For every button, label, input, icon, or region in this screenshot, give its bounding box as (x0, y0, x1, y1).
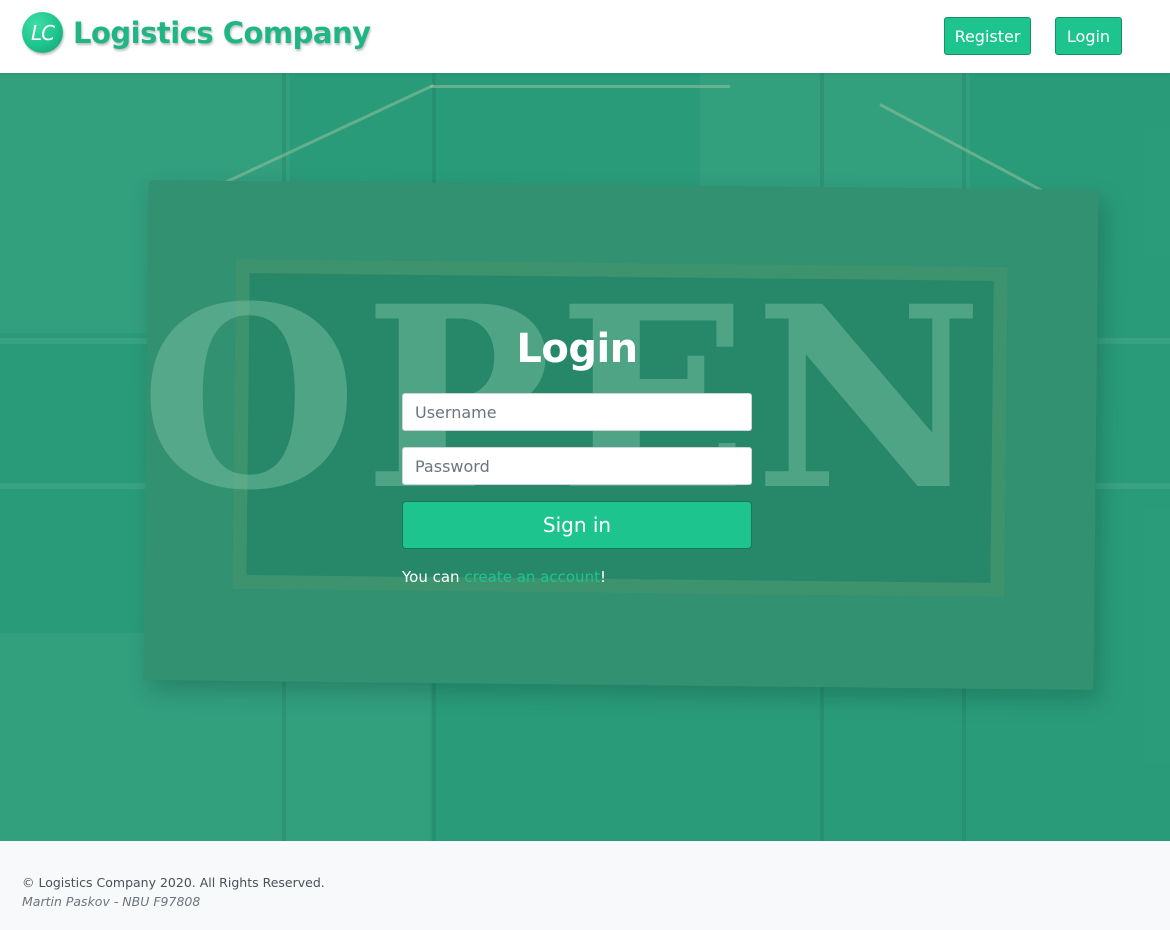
top-navbar: LC Logistics Company Register Login (0, 0, 1170, 73)
copyright-text: © Logistics Company 2020. All Rights Res… (22, 875, 325, 890)
logo-text: LC (30, 20, 55, 45)
helper-prefix: You can (402, 568, 465, 586)
login-title: Login (516, 326, 638, 372)
password-input[interactable] (402, 447, 752, 485)
hero-background: OPEN Login Sign in You can create an acc… (0, 73, 1170, 841)
username-input[interactable] (402, 393, 752, 431)
brand[interactable]: LC Logistics Company (22, 12, 371, 53)
helper-suffix: ! (599, 568, 606, 586)
register-button[interactable]: Register (944, 17, 1031, 55)
footer: © Logistics Company 2020. All Rights Res… (0, 841, 1170, 930)
author-text: Martin Paskov - NBU F97808 (22, 894, 201, 909)
login-nav-button[interactable]: Login (1055, 17, 1122, 55)
create-account-link[interactable]: create an account (464, 568, 600, 586)
sign-in-button[interactable]: Sign in (402, 501, 752, 549)
logo-icon: LC (22, 12, 63, 53)
create-account-helper: You can create an account! (402, 568, 606, 586)
brand-name: Logistics Company (73, 15, 371, 50)
